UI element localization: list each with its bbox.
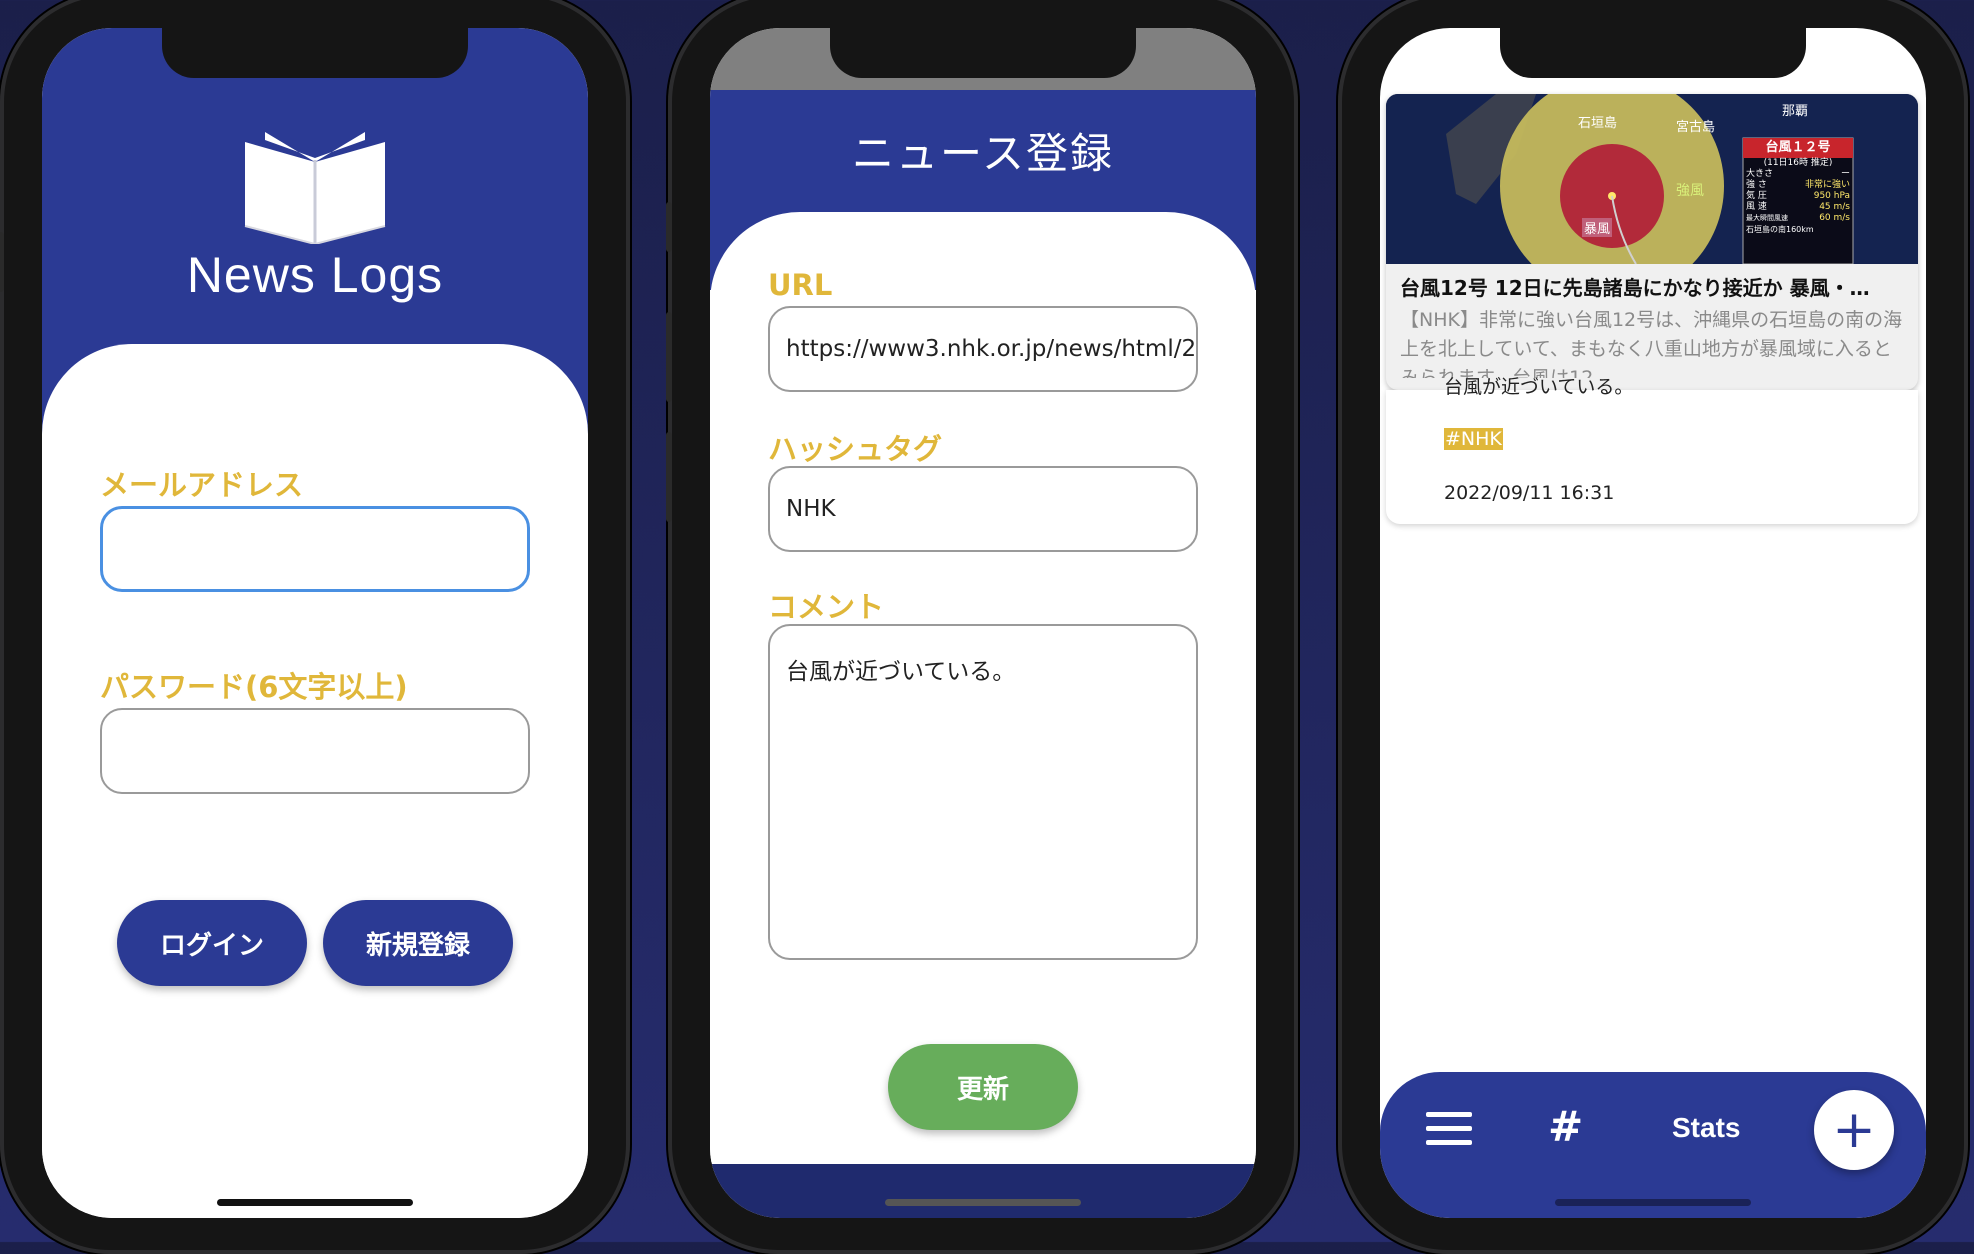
news-title: 台風12号 12日に先島諸島にかなり接近か 暴風・… [1400, 276, 1870, 300]
hashtag-nav-button[interactable]: # [1548, 1102, 1583, 1151]
update-button[interactable]: 更新 [888, 1044, 1078, 1130]
signup-button[interactable]: 新規登録 [323, 900, 513, 986]
home-indicator [1555, 1199, 1751, 1206]
post-card: 台風が近づいている。 #NHK 2022/09/11 16:31 [1386, 376, 1918, 524]
add-news-button[interactable]: + [1814, 1090, 1894, 1170]
phone-feed: 石垣島 宮古島 那覇 強風 暴風 台風１２号 (11日16時 推定) 大きさー … [1338, 0, 1968, 1254]
map-storm-label: 暴風 [1582, 218, 1613, 237]
hashtag-label: ハッシュタグ [768, 432, 943, 466]
login-button[interactable]: ログイン [117, 900, 307, 986]
side-button [666, 432, 672, 522]
phone-login: News Logs メールアドレス パスワード(6文字以上) ログイン 新規登録 [0, 0, 630, 1254]
side-button [666, 312, 672, 402]
comment-label: コメント [768, 590, 885, 624]
home-indicator [217, 1199, 413, 1206]
phone-register: ニュース登録 URL https://www3.nhk.or.jp/news/h… [666, 0, 1298, 1254]
post-comment: 台風が近づいている。 [1444, 376, 1634, 398]
typhoon-row: 大きさー [1746, 169, 1850, 179]
news-description: 【NHK】非常に強い台風12号は、沖縄県の石垣島の南の海上を北上していて、まもな… [1400, 309, 1903, 378]
post-date: 2022/09/11 16:31 [1444, 482, 1615, 504]
login-screen: News Logs メールアドレス パスワード(6文字以上) ログイン 新規登録 [42, 28, 588, 1218]
menu-icon[interactable] [1426, 1112, 1472, 1146]
typhoon-info-panel: 台風１２号 (11日16時 推定) 大きさー 強 さ非常に強い 気 圧 950 h… [1743, 138, 1853, 235]
typhoon-name: 台風１２号 [1765, 140, 1831, 155]
map-place-label: 石垣島 [1578, 116, 1618, 131]
typhoon-row: 気 圧 950 hPa [1746, 191, 1850, 201]
password-label: パスワード(6文字以上) [100, 670, 408, 704]
notch [162, 28, 468, 78]
typhoon-row: 最大瞬間風速 60 m/s [1746, 213, 1850, 223]
typhoon-row: 強 さ非常に強い [1746, 180, 1850, 190]
url-label: URL [768, 268, 833, 302]
notch [830, 28, 1136, 78]
url-field[interactable]: https://www3.nhk.or.jp/news/html/20 [768, 306, 1198, 392]
side-button [666, 202, 672, 252]
email-label: メールアドレス [100, 468, 304, 502]
map-strong-wind-label: 強風 [1676, 183, 1704, 199]
comment-textarea[interactable]: 台風が近づいている。 [768, 624, 1198, 960]
typhoon-time: (11日16時 推定) [1763, 158, 1833, 168]
feed-screen: 石垣島 宮古島 那覇 強風 暴風 台風１２号 (11日16時 推定) 大きさー … [1380, 28, 1926, 1218]
news-thumbnail: 石垣島 宮古島 那覇 強風 暴風 台風１２号 (11日16時 推定) 大きさー … [1386, 94, 1918, 264]
email-field[interactable] [100, 506, 530, 592]
map-place-label: 那覇 [1782, 104, 1809, 119]
bottom-nav: # Stats + [1380, 1072, 1926, 1218]
typhoon-row: 風 速 45 m/s [1746, 202, 1850, 212]
register-screen: ニュース登録 URL https://www3.nhk.or.jp/news/h… [710, 28, 1256, 1218]
typhoon-row: 石垣島の南160km [1746, 225, 1814, 234]
notch [1500, 28, 1806, 78]
bottom-bar [710, 1164, 1256, 1218]
side-button [0, 232, 4, 292]
home-indicator [885, 1199, 1081, 1206]
open-book-icon [244, 132, 386, 244]
news-preview-card[interactable]: 石垣島 宮古島 那覇 強風 暴風 台風１２号 (11日16時 推定) 大きさー … [1386, 94, 1918, 390]
stats-nav-button[interactable]: Stats [1672, 1112, 1740, 1144]
page-title: ニュース登録 [852, 129, 1114, 178]
password-field[interactable] [100, 708, 530, 794]
post-hashtag[interactable]: #NHK [1444, 428, 1503, 450]
hashtag-field[interactable]: NHK [768, 466, 1198, 552]
map-place-label: 宮古島 [1676, 120, 1716, 135]
app-title: News Logs [186, 247, 444, 303]
